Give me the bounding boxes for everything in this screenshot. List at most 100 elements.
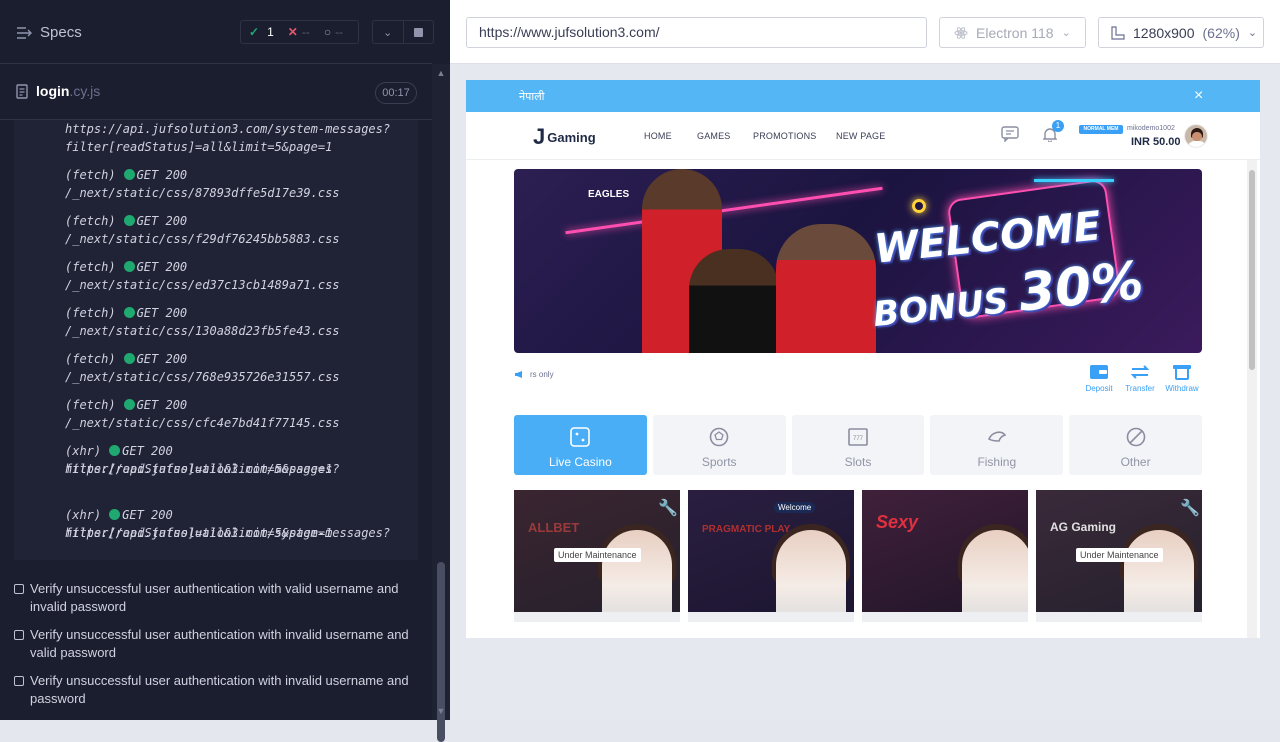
log-url: filter[readStatus]=all&limit=5&page=1 bbox=[65, 140, 333, 154]
log-entry[interactable]: (fetch) GET 200 /_next/static/css/130a88d2… bbox=[65, 304, 340, 340]
language-banner: नेपाली × bbox=[466, 80, 1260, 112]
nav-games[interactable]: GAMES bbox=[697, 131, 731, 141]
menu-icon bbox=[17, 26, 32, 39]
notification-badge: 1 bbox=[1052, 120, 1064, 132]
dealer-figure bbox=[602, 530, 672, 622]
promo-banner[interactable]: EAGLES WELCOME BONUS 30% bbox=[514, 169, 1202, 353]
log-method: GET 200 bbox=[122, 444, 173, 458]
tab-label: Live Casino bbox=[549, 455, 612, 469]
log-type: (fetch) bbox=[65, 168, 116, 182]
avatar[interactable] bbox=[1184, 124, 1208, 148]
language-link[interactable]: नेपाली bbox=[519, 89, 545, 104]
status-dot-icon bbox=[123, 353, 135, 364]
wrench-icon: 🔧 bbox=[658, 500, 678, 517]
tab-slots[interactable]: 777 Slots bbox=[791, 415, 925, 475]
specs-label: Specs bbox=[40, 24, 82, 41]
test-pending-icon bbox=[14, 676, 24, 686]
log-entry[interactable]: filter[readStatus]=all&limit=5&page=1 bbox=[65, 460, 332, 478]
scroll-up-icon[interactable]: ▲ bbox=[436, 68, 446, 78]
app-scrollbar[interactable] bbox=[1247, 160, 1257, 638]
tile-footer bbox=[862, 612, 1028, 622]
file-icon bbox=[16, 83, 28, 99]
log-entry[interactable]: https://api.jufsolution3.com/system-mess… bbox=[65, 120, 390, 138]
log-url: filter[readStatus]=all&limit=5&page=1 bbox=[65, 462, 333, 476]
game-tile-sexy[interactable]: Sexy bbox=[862, 490, 1028, 622]
game-tile-pragmatic[interactable]: Welcome PRAGMATIC PLAY bbox=[688, 490, 854, 622]
log-entry[interactable]: (fetch) GET 200 /_next/static/css/cfc4e7bd… bbox=[65, 396, 340, 432]
site-logo[interactable]: J Gaming bbox=[533, 124, 596, 150]
nav-promotions[interactable]: PROMOTIONS bbox=[753, 131, 817, 141]
close-icon[interactable]: × bbox=[1194, 87, 1203, 105]
username: mikodemo1002 bbox=[1127, 125, 1175, 132]
log-method: GET 200 bbox=[136, 306, 188, 320]
stop-button[interactable] bbox=[402, 21, 434, 43]
scroll-down-icon[interactable]: ▼ bbox=[436, 706, 446, 716]
deposit-button[interactable]: Deposit bbox=[1081, 364, 1117, 393]
log-url: /_next/static/css/f29df76245bb5883.css bbox=[65, 232, 340, 246]
electron-icon bbox=[954, 26, 968, 39]
member-level-badge: NORMAL MEM bbox=[1079, 125, 1123, 134]
megaphone-icon bbox=[515, 371, 522, 378]
log-entry[interactable]: filter[readStatus]=all&limit=5&page=1 bbox=[65, 524, 332, 542]
game-tile-allbet[interactable]: ALLBET 🔧 Under Maintenance bbox=[514, 490, 680, 622]
command-log[interactable]: https://api.jufsolution3.com/system-mess… bbox=[14, 120, 418, 560]
log-type: (xhr) bbox=[65, 444, 102, 458]
test-title: Verify unsuccessful user authentication … bbox=[30, 581, 399, 614]
log-entry[interactable]: (fetch) GET 200 /_next/static/css/ed37c13c… bbox=[65, 258, 340, 294]
nav-home[interactable]: HOME bbox=[644, 131, 672, 141]
game-tile-ag[interactable]: AG Gaming 🔧 Under Maintenance bbox=[1036, 490, 1202, 622]
stop-icon bbox=[413, 27, 423, 37]
dealer-figure bbox=[962, 530, 1028, 622]
tile-footer bbox=[1036, 612, 1202, 622]
log-method: GET 200 bbox=[136, 168, 188, 182]
dealer-figure bbox=[1124, 530, 1194, 622]
specs-toggle[interactable]: Specs bbox=[16, 24, 82, 41]
failed-count: -- bbox=[301, 25, 310, 39]
wrench-icon: 🔧 bbox=[1180, 500, 1200, 517]
tab-sports[interactable]: Sports bbox=[652, 415, 786, 475]
chat-icon[interactable] bbox=[1001, 126, 1019, 142]
log-type: (xhr) bbox=[65, 508, 102, 522]
log-method: GET 200 bbox=[136, 260, 188, 274]
log-url: /_next/static/css/130a88d23fb5fe43.css bbox=[65, 324, 340, 338]
spec-file-name[interactable]: login.cy.js bbox=[16, 83, 100, 99]
log-entry[interactable]: filter[readStatus]=all&limit=5&page=1 bbox=[65, 138, 332, 156]
ruler-icon bbox=[1111, 25, 1125, 40]
announcement-ticker: rs only bbox=[514, 370, 554, 379]
log-type: (fetch) bbox=[65, 214, 116, 228]
nav-new-page[interactable]: NEW PAGE bbox=[836, 131, 885, 141]
aut-toolbar: https://www.jufsolution3.com/ Electron 1… bbox=[450, 0, 1280, 64]
log-entry[interactable]: (fetch) GET 200 /_next/static/css/f29df762… bbox=[65, 212, 340, 248]
game-category-tabs: Live Casino Sports 777 Slots Fishing Oth… bbox=[514, 415, 1202, 475]
withdraw-button[interactable]: Withdraw bbox=[1164, 364, 1200, 393]
log-url: /_next/static/css/cfc4e7bd41f77145.css bbox=[65, 416, 340, 430]
transfer-button[interactable]: Transfer bbox=[1122, 364, 1158, 393]
passed-count: 1 bbox=[267, 25, 274, 39]
url-field[interactable]: https://www.jufsolution3.com/ bbox=[466, 17, 927, 48]
failed-x-icon: ✕ bbox=[287, 25, 298, 39]
viewport-select[interactable]: 1280x900 (62%) ⌄ bbox=[1098, 17, 1264, 48]
other-games-icon bbox=[1126, 427, 1145, 447]
test-pending-icon bbox=[14, 584, 24, 594]
ticker-text: rs only bbox=[530, 370, 554, 379]
transfer-label: Transfer bbox=[1125, 384, 1155, 393]
runner-scrollbar[interactable]: ▲ ▼ bbox=[432, 64, 450, 742]
log-url: /_next/static/css/87893dffe5d17e39.css bbox=[65, 186, 340, 200]
football-icon bbox=[709, 427, 729, 447]
log-entry[interactable]: (fetch) GET 200 /_next/static/css/87893dff… bbox=[65, 166, 340, 202]
withdraw-icon bbox=[1173, 365, 1191, 380]
run-timer: 00:17 bbox=[375, 82, 417, 104]
log-method: GET 200 bbox=[136, 398, 188, 412]
app-scroll-thumb[interactable] bbox=[1249, 170, 1255, 370]
tab-live-casino[interactable]: Live Casino bbox=[514, 415, 647, 475]
provider-logo: ALLBET bbox=[528, 520, 580, 535]
tab-other[interactable]: Other bbox=[1069, 415, 1202, 475]
log-method: GET 200 bbox=[122, 508, 173, 522]
chevron-down-icon[interactable]: ⌄ bbox=[373, 21, 403, 43]
tab-fishing[interactable]: Fishing bbox=[930, 415, 1064, 475]
log-entry[interactable]: (fetch) GET 200 /_next/static/css/768e9357… bbox=[65, 350, 340, 386]
log-url: /_next/static/css/768e935726e31557.css bbox=[65, 370, 340, 384]
logo-mark: J bbox=[533, 124, 546, 149]
chevron-down-icon: ⌄ bbox=[1061, 27, 1071, 39]
browser-select[interactable]: Electron 118 ⌄ bbox=[939, 17, 1086, 48]
